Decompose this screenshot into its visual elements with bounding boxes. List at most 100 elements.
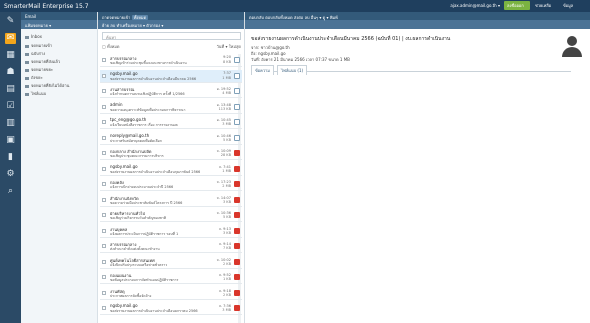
folder-item[interactable]: จดหมายขยะ: [25, 66, 53, 73]
message-checkbox[interactable]: [102, 306, 106, 310]
message-list-toolbar[interactable]: ย้าย ลบ ทำเครื่องหมาย ▾ ตัวกรอง ▾: [98, 20, 244, 29]
message-size: 1 MB: [222, 75, 231, 80]
message-checkbox[interactable]: [102, 73, 106, 78]
sort-dropdown[interactable]: วันที่ ▾ ใหม่สุด: [217, 43, 241, 50]
message-checkbox[interactable]: [102, 290, 106, 295]
message-checkbox[interactable]: [102, 259, 106, 264]
message-row[interactable]: สารบรรณกลาง ขอเชิญเข้าร่วมประชุมชี้แจงแนว…: [100, 54, 242, 67]
message-row[interactable]: noreply@mail.go.th ประกาศรับสมัครบุคคลเพื…: [100, 132, 242, 145]
settings-icon[interactable]: ⚙: [5, 169, 16, 180]
folder-icon: [25, 60, 29, 64]
message-size: 3 KB: [222, 199, 231, 204]
folder-item[interactable]: ถังขยะ: [25, 74, 43, 81]
reports-icon[interactable]: ▮: [5, 152, 16, 163]
message-checkbox[interactable]: [102, 151, 106, 155]
user-menu[interactable]: ajax.admin@mail.go.th ▾: [450, 3, 500, 8]
flag-icon[interactable]: [234, 72, 240, 79]
message-checkbox[interactable]: [102, 89, 106, 93]
message-row[interactable]: กองกลาง สำนักงานปลัด ขอเชิญประชุมคณะกรรมก…: [100, 147, 242, 160]
message-checkbox[interactable]: [102, 197, 106, 202]
message-row[interactable]: งานสารบรรณ แจ้งกำหนดการอบรมเชิงปฏิบัติการ…: [100, 85, 242, 98]
message-preview: ขอส่งรายงานผลการดำเนินงานประจำเดือนมกราค…: [110, 309, 198, 313]
search-input[interactable]: ค้นหา: [102, 32, 241, 40]
contacts-icon[interactable]: ☗: [5, 67, 16, 78]
avatar-body: [562, 47, 582, 57]
message-row[interactable]: ngsby.mail.go ขอส่งรายงานผลการดำเนินงานปร…: [100, 302, 242, 315]
message-preview: ขอเชิญประชุมคณะกรรมการบริหาร: [110, 154, 164, 158]
logout-button[interactable]: ลงชื่อออก ▾: [504, 1, 530, 17]
folder-label: ไฟล์แนบ: [31, 91, 47, 96]
folder-item[interactable]: จดหมายที่ส่งแล้ว: [25, 58, 60, 65]
message-checkbox[interactable]: [102, 182, 106, 186]
folder-item[interactable]: จดหมายเข้า: [25, 42, 52, 49]
message-preview: ขอข้อมูลประกอบการจัดทำแผนปฏิบัติราชการ: [110, 278, 179, 282]
flag-icon[interactable]: [234, 196, 240, 203]
info-button[interactable]: ข้อมูล: [560, 1, 586, 10]
flag-icon[interactable]: [234, 165, 240, 172]
message-row[interactable]: งานบุคคล แจ้งผลการประเมินการปฏิบัติราชการ…: [100, 225, 242, 238]
message-list-filter-tag[interactable]: ทั้งหมด: [131, 15, 149, 20]
flag-icon[interactable]: [234, 227, 240, 234]
notes-icon[interactable]: ▤: [5, 84, 16, 95]
folder-item[interactable]: ไฟล์แนบ: [25, 90, 46, 97]
sender-avatar-icon: [560, 34, 584, 58]
flag-icon[interactable]: [234, 150, 240, 156]
flag-icon[interactable]: [234, 258, 240, 265]
folder-label: จดหมายที่ส่งแล้ว: [31, 59, 61, 64]
message-preview: แจ้งปิดปรับปรุงระบบเครือข่ายชั่วคราว: [110, 262, 168, 267]
tab-attachments[interactable]: ไฟล์แนบ (1): [277, 65, 308, 75]
files-icon[interactable]: ▥: [5, 118, 16, 129]
folder-item[interactable]: จดหมายที่ยังไม่ได้อ่าน: [25, 82, 69, 89]
message-checkbox[interactable]: [102, 58, 106, 62]
tab-message[interactable]: ข้อความ: [251, 65, 274, 75]
message-row[interactable]: tpc_eng@go.go.th แจ้งเวียนหนังสือราชการ เ…: [100, 116, 242, 129]
folder-pane-title: Email: [21, 12, 97, 20]
message-checkbox[interactable]: [102, 166, 106, 171]
folder-pane-menu[interactable]: แฟ้มจดหมาย ▾: [21, 20, 97, 29]
calendar-icon[interactable]: ▦: [5, 50, 16, 61]
message-row[interactable]: ศูนย์เทคโนโลยีสารสนเทศ แจ้งปิดปรับปรุงระบ…: [100, 256, 242, 269]
message-checkbox[interactable]: [102, 104, 106, 109]
message-row[interactable]: สำนักงานจังหวัด ขอความร่วมมือประชาสัมพันธ…: [100, 194, 242, 207]
flag-icon[interactable]: [234, 212, 240, 218]
search-icon[interactable]: ⌕: [5, 186, 16, 197]
message-row[interactable]: ngsby.mail.go ขอส่งรายงานผลการดำเนินงานปร…: [100, 69, 242, 83]
message-row[interactable]: admin ขอความอนุเคราะห์ข้อมูลเพื่อประกอบกา…: [100, 101, 242, 114]
message-size: 1 KB: [222, 277, 231, 281]
flag-icon[interactable]: [234, 103, 240, 110]
folder-icon: [25, 35, 29, 39]
message-row[interactable]: งานพัสดุ ประกาศผลการจัดซื้อจัดจ้าง จ. 9:18…: [100, 287, 242, 300]
flag-icon[interactable]: [234, 88, 240, 94]
edit-icon[interactable]: ✎: [5, 16, 16, 27]
folder-item[interactable]: Inbox: [25, 34, 42, 39]
app-title: SmarterMail Enterprise 15.7: [4, 3, 89, 10]
reading-pane-toolbar[interactable]: ตอบกลับ ตอบกลับทั้งหมด ส่งต่อ ลบ อื่นๆ ▾…: [245, 12, 590, 20]
message-checkbox[interactable]: [102, 213, 106, 217]
flag-icon[interactable]: [234, 57, 240, 63]
message-row[interactable]: ฝ่ายบริหารงานทั่วไป ขอเชิญร่วมกิจกรรมวันส…: [100, 209, 242, 222]
flag-icon[interactable]: [234, 289, 240, 296]
mail-icon[interactable]: ✉: [5, 33, 16, 44]
flag-icon[interactable]: [234, 305, 240, 311]
news-icon[interactable]: ▣: [5, 135, 16, 146]
message-row[interactable]: สารบรรณกลาง ส่งสำเนาคำสั่งแต่งตั้งคณะทำงา…: [100, 240, 242, 253]
flag-icon[interactable]: [234, 274, 240, 280]
message-checkbox[interactable]: [102, 120, 106, 124]
flag-icon[interactable]: [234, 243, 240, 249]
message-row[interactable]: กองคลัง แจ้งการเบิกจ่ายงบประมาณประจำปี 25…: [100, 178, 242, 191]
message-preview: แจ้งกำหนดการอบรมเชิงปฏิบัติการ ครั้งที่ …: [110, 92, 185, 96]
flag-icon[interactable]: [234, 119, 240, 125]
message-row[interactable]: ngsby.mail.go ขอส่งรายงานผลการดำเนินงานปร…: [100, 163, 242, 176]
message-checkbox[interactable]: [102, 275, 106, 279]
flag-icon[interactable]: [234, 134, 240, 141]
message-checkbox[interactable]: [102, 228, 106, 233]
tasks-icon[interactable]: ☑: [5, 101, 16, 112]
list-tools: ▢ ทั้งหมด วันที่ ▾ ใหม่สุด: [102, 43, 241, 51]
folder-item[interactable]: ฉบับร่าง: [25, 50, 45, 57]
flag-icon[interactable]: [234, 181, 240, 187]
select-all-checkbox[interactable]: ▢ ทั้งหมด: [102, 44, 120, 49]
message-row[interactable]: กองแผนงาน ขอข้อมูลประกอบการจัดทำแผนปฏิบัต…: [100, 271, 242, 284]
message-checkbox[interactable]: [102, 244, 106, 248]
help-button[interactable]: ช่วยเหลือ ▾: [532, 1, 556, 17]
message-checkbox[interactable]: [102, 135, 106, 140]
